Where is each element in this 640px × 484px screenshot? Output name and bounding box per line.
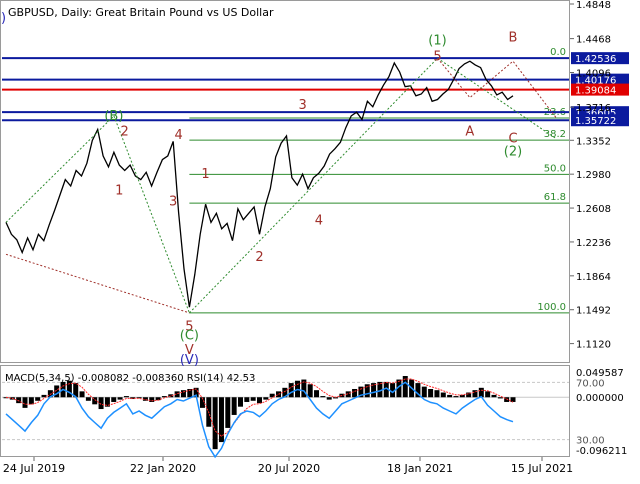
macd-bar [231, 397, 237, 415]
macd-bar [453, 396, 459, 398]
wave-label: 1 [115, 184, 123, 199]
price-axis-label: 1.4096 [576, 69, 611, 80]
wave-label: (B) [104, 109, 123, 124]
macd-bar [22, 397, 28, 408]
chart-window: 0.0 23.6 38.2 50.0 61.8 100.0 1.42536 1.40176 1… [0, 0, 640, 480]
price-axis-label: 1.1864 [576, 272, 611, 283]
macd-bar [35, 397, 41, 401]
price-axis-label: 1.2980 [576, 170, 611, 181]
macd-bar [98, 397, 104, 410]
level-price-label: 1.42536 [575, 54, 616, 65]
macd-bar [478, 387, 484, 398]
price-axis-label: 1.1492 [576, 306, 611, 317]
wave-label: 4 [315, 214, 323, 229]
price-axis-label: 1.1120 [576, 340, 611, 351]
fib-level-label: 100.0 [537, 302, 566, 313]
wave-label: 2 [121, 124, 129, 139]
macd-bar [447, 394, 453, 398]
time-axis: 24 Jul 2019 22 Jan 2020 20 Jul 2020 18 Jan … [3, 457, 573, 475]
fib-level-label: 61.8 [544, 192, 566, 203]
macd-bar [180, 390, 186, 398]
indicator-title: MACD(5,34,5) -0.008082 -0.008360 RSI(14)… [5, 373, 255, 384]
macd-bar [212, 397, 218, 450]
time-axis-label: 24 Jul 2019 [3, 462, 65, 475]
macd-bar [79, 391, 85, 398]
fib-level-label: 38.2 [544, 129, 566, 140]
price-axis-label: 1.2608 [576, 204, 611, 215]
wave-label: 3 [299, 98, 307, 113]
price-axis-label: 1.2236 [576, 238, 611, 249]
wave-label: (V) [180, 353, 199, 368]
macd-bar [314, 390, 320, 398]
macd-bar [307, 384, 313, 398]
macd-bar [485, 391, 491, 398]
macd-bar [244, 397, 250, 402]
macd-bar [85, 397, 91, 401]
macd-bar [225, 397, 231, 428]
macd-bar [28, 397, 34, 405]
symbol-title: GBPUSD, Daily: Great Britain Pound vs US… [8, 6, 274, 19]
macd-bar [428, 388, 434, 398]
fib-level-label: 0.0 [550, 47, 566, 58]
wave-label: (2) [504, 144, 522, 159]
rsi-axis-label: 70.00 [576, 378, 605, 389]
level-price-label: 1.35722 [575, 116, 616, 127]
level-price-label: 1.39084 [575, 86, 616, 97]
price-axis-label: 1.4468 [576, 35, 611, 46]
macd-bar [326, 397, 332, 400]
macd-bar [491, 394, 497, 398]
macd-bar [54, 385, 60, 398]
time-axis-label: 20 Jul 2020 [258, 462, 320, 475]
wave-label: 3 [169, 194, 177, 209]
wave-label: (C) [180, 328, 199, 343]
wave-label: 2 [255, 250, 263, 265]
macd-bar [123, 396, 129, 398]
macd-bar [111, 397, 117, 402]
corner-mark: ) [1, 11, 6, 26]
macd-bar [288, 383, 294, 398]
price-axis-label: 1.4848 [576, 0, 611, 11]
wave-label: A [465, 124, 474, 139]
macd-bar [117, 397, 123, 400]
wave-label: B [509, 31, 518, 46]
price-axis-label: 1.3716 [576, 103, 611, 114]
time-axis-label: 15 Jul 2021 [511, 462, 573, 475]
macd-bar [263, 397, 269, 400]
macd-bar [440, 392, 446, 398]
macd-bar [257, 397, 262, 404]
indicator-axis-label: 0.000000 [576, 393, 624, 404]
indicator-axis-label: -0.096211 [576, 446, 627, 457]
macd-bar [352, 388, 358, 398]
wave-label: 5 [433, 50, 441, 65]
wave-label: (1) [428, 33, 446, 48]
time-axis-label: 18 Jan 2021 [387, 462, 453, 475]
price-panel-frame [0, 0, 570, 363]
macd-bar [320, 396, 326, 398]
wave-label: 4 [174, 128, 182, 143]
macd-bar [421, 386, 427, 398]
rsi-axis-label: 30.00 [576, 436, 605, 447]
price-axis-label: 1.3352 [576, 136, 611, 147]
wave-label: 1 [201, 167, 209, 182]
time-axis-label: 22 Jan 2020 [130, 462, 196, 475]
macd-bar [237, 397, 243, 407]
macd-bar [510, 397, 516, 402]
chart-canvas: 0.023.638.250.061.8100.0 1.425361.401761… [0, 0, 629, 475]
fib-level-label: 50.0 [544, 163, 566, 174]
macd-bar [434, 390, 440, 398]
macd-bar [250, 397, 256, 401]
